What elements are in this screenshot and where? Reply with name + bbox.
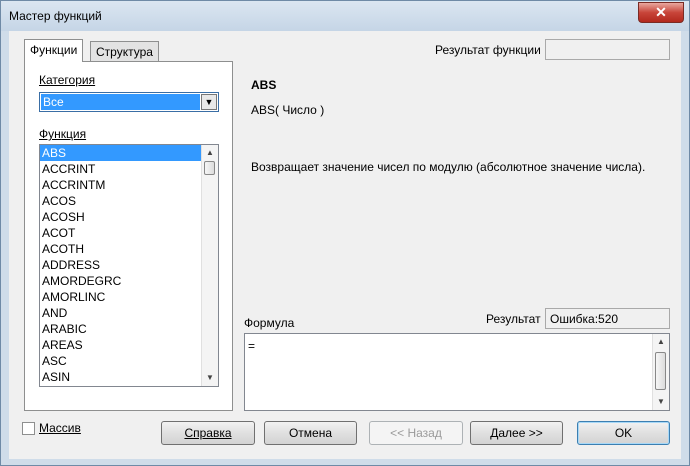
back-button[interactable]: << Назад [369, 421, 463, 445]
close-icon: ✕ [655, 4, 667, 20]
result-field: Ошибка:520 [545, 308, 670, 329]
help-button-label: Справка [184, 426, 232, 440]
function-list-item[interactable]: ADDRESS [40, 257, 201, 273]
function-list-item[interactable]: AREAS [40, 337, 201, 353]
function-result-field [545, 39, 670, 60]
function-list-item[interactable]: ASINH [40, 385, 201, 386]
ok-button[interactable]: OK [577, 421, 670, 445]
formula-scrollbar[interactable]: ▲ ▼ [652, 334, 669, 410]
function-list-item[interactable]: ASC [40, 353, 201, 369]
scrollbar-thumb[interactable] [655, 352, 666, 390]
ok-button-label: OK [614, 426, 633, 440]
function-description: Возвращает значение чисел по модулю (абс… [251, 160, 646, 174]
arrow-down-icon[interactable]: ▼ [653, 394, 669, 410]
tab-functions-label: Функции [30, 43, 78, 57]
function-list-item[interactable]: ACOSH [40, 209, 201, 225]
close-button[interactable]: ✕ [638, 2, 684, 23]
dialog-body: Функции Структура Категория Все ▼ Функци… [9, 31, 681, 459]
next-button[interactable]: Далее >> [470, 421, 563, 445]
scrollbar-thumb[interactable] [204, 161, 215, 175]
chevron-down-icon[interactable]: ▼ [201, 94, 217, 110]
function-list-item[interactable]: AND [40, 305, 201, 321]
function-list-scrollbar[interactable]: ▲ ▼ [201, 145, 218, 386]
tab-functions[interactable]: Функции [24, 39, 84, 62]
functions-panel: Категория Все ▼ Функция ABS ACCRINT ACCRIN… [24, 61, 233, 411]
function-label: Функция [39, 127, 87, 141]
arrow-down-icon[interactable]: ▼ [202, 370, 218, 386]
function-list-item[interactable]: ASIN [40, 369, 201, 385]
function-list[interactable]: ABS ACCRINT ACCRINTM ACOS ACOSH ACOT ACOTH ADDR… [39, 144, 219, 387]
function-list-item[interactable]: ACOTH [40, 241, 201, 257]
result-value: Ошибка:520 [550, 312, 619, 326]
window-title: Мастер функций [9, 9, 102, 23]
category-select[interactable]: Все ▼ [39, 92, 219, 112]
function-signature: ABS( Число ) [251, 103, 325, 117]
arrow-up-icon[interactable]: ▲ [653, 334, 669, 350]
function-list-items: ABS ACCRINT ACCRINTM ACOS ACOSH ACOT ACOTH ADDR… [40, 145, 201, 386]
formula-text: = [248, 339, 256, 353]
function-list-item[interactable]: ACCRINTM [40, 177, 201, 193]
cancel-button[interactable]: Отмена [264, 421, 357, 445]
arrow-up-icon[interactable]: ▲ [202, 145, 218, 161]
category-label: Категория [39, 73, 96, 87]
formula-label: Формула [244, 316, 295, 330]
function-result-label: Результат функции [435, 43, 541, 57]
function-wizard-dialog: Мастер функций ✕ Функции Структура Катег… [0, 0, 690, 466]
title-bar: Мастер функций ✕ [1, 1, 689, 31]
function-list-item[interactable]: ACCRINT [40, 161, 201, 177]
function-name: ABS [251, 78, 277, 92]
next-button-label: Далее >> [490, 426, 543, 440]
tab-structure-label: Структура [96, 45, 153, 59]
array-label: Массив [39, 421, 81, 435]
help-button[interactable]: Справка [161, 421, 255, 445]
cancel-button-label: Отмена [288, 426, 333, 440]
function-list-item[interactable]: ACOT [40, 225, 201, 241]
function-list-item[interactable]: AMORDEGRC [40, 273, 201, 289]
back-button-label: << Назад [390, 426, 442, 440]
formula-editor[interactable]: = ▲ ▼ [244, 333, 670, 411]
tab-structure[interactable]: Структура [90, 41, 159, 62]
function-list-item[interactable]: AMORLINC [40, 289, 201, 305]
result-label: Результат [486, 312, 541, 326]
function-list-item[interactable]: ABS [40, 145, 201, 161]
function-list-item[interactable]: ACOS [40, 193, 201, 209]
function-list-item[interactable]: ARABIC [40, 321, 201, 337]
array-checkbox[interactable] [22, 422, 35, 435]
category-value: Все [41, 94, 200, 110]
